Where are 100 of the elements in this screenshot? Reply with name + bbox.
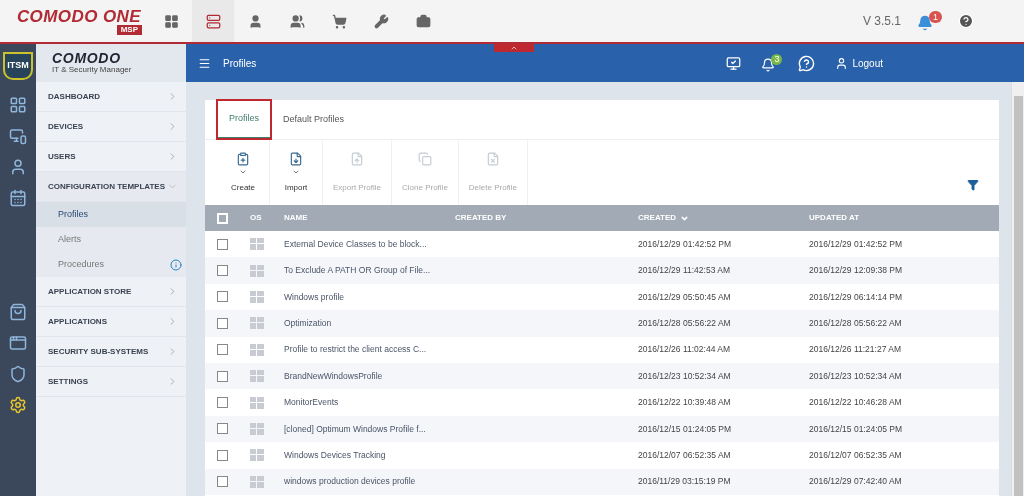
wrench-icon — [373, 13, 389, 29]
table-cell: BrandNewWindowsProfile — [284, 370, 383, 381]
table-cell: 2016/12/29 01:42:52 PM — [809, 238, 903, 249]
sidebar-item[interactable]: APPLICATIONS — [36, 307, 186, 337]
filter-icon[interactable] — [967, 179, 979, 191]
table-cell: [cloned] Optimum Windows Profile f... — [284, 423, 426, 434]
alerts-badge: 3 — [771, 54, 783, 65]
table-cell: 2016/12/23 10:52:34 AM — [638, 370, 731, 381]
table-cell: 2016/12/29 01:42:52 PM — [638, 238, 732, 249]
sidebar-subitem[interactable]: Profiles — [36, 202, 186, 227]
sidebar-item[interactable]: APPLICATION STORE — [36, 277, 186, 307]
table-cell: 2016/12/29 05:50:45 AM — [638, 291, 731, 302]
brand-text: COMODO — [52, 51, 122, 65]
row-checkbox[interactable] — [217, 397, 228, 409]
bag-icon — [9, 303, 27, 321]
user-icon — [9, 158, 27, 176]
table-cell: Windows profile — [284, 291, 344, 302]
table-cell: To Exclude A PATH OR Group of File... — [284, 265, 431, 276]
windows-icon — [250, 422, 264, 435]
tab[interactable]: Profiles — [217, 100, 271, 139]
select-all-checkbox[interactable] — [217, 212, 228, 224]
row-checkbox[interactable] — [217, 423, 228, 435]
user-icon — [835, 56, 849, 70]
row-checkbox[interactable] — [217, 449, 228, 461]
windows-icon — [250, 290, 264, 303]
page-title: Profiles — [223, 56, 257, 71]
windows-icon — [250, 238, 264, 251]
add-device-icon[interactable] — [726, 55, 742, 71]
sidebar-item[interactable]: DASHBOARD — [36, 82, 186, 112]
table-cell: Windows Devices Tracking — [284, 449, 386, 460]
windows-icon — [250, 317, 264, 330]
windows-icon — [250, 264, 264, 277]
table-cell: 2016/12/22 10:39:48 AM — [638, 397, 731, 408]
table-cell: 2016/12/22 10:46:28 AM — [809, 397, 902, 408]
dashboard-icon — [9, 96, 27, 114]
menu-icon[interactable] — [198, 56, 211, 70]
sidebar-item[interactable]: SETTINGS — [36, 367, 186, 397]
bell-icon[interactable] — [917, 15, 933, 31]
table-row[interactable]: [cloned] Optimum Windows Profile f... 2016/12/15 01:24:05 PM 2016/12/15 01:24:05 PM — [205, 415, 999, 443]
table-row[interactable]: windows production devices profile 2016/11/29 03:15:19 PM 2016/12/29 07:42:40 AM — [205, 468, 999, 495]
server-icon — [205, 13, 221, 29]
export-icon — [350, 151, 364, 166]
windows-icon — [250, 343, 264, 356]
sidebar-subitem[interactable]: Alerts — [36, 227, 186, 252]
logo-text: COMODO ONE — [16, 7, 142, 25]
table-cell: windows production devices profile — [284, 476, 416, 487]
table-cell: 2016/12/29 07:42:40 AM — [809, 476, 902, 487]
help-icon[interactable] — [958, 13, 974, 29]
help-icon[interactable] — [798, 54, 816, 72]
logout-button[interactable]: Logout — [835, 55, 883, 71]
table-cell: 2016/12/07 06:52:35 AM — [638, 449, 731, 460]
row-checkbox[interactable] — [217, 265, 228, 277]
row-checkbox[interactable] — [217, 317, 228, 329]
table-cell: 2016/12/15 01:24:05 PM — [809, 423, 903, 434]
windows-icon — [250, 449, 264, 462]
table-cell: 2016/12/26 11:02:44 AM — [638, 344, 730, 355]
table-cell: 2016/12/26 11:21:27 AM — [809, 344, 901, 355]
table-cell: 2016/12/29 12:09:38 PM — [809, 265, 903, 276]
info-icon[interactable] — [170, 258, 182, 271]
table-cell: 2016/12/29 06:14:14 PM — [809, 291, 903, 302]
briefcase-icon — [415, 13, 431, 29]
windows-icon — [250, 396, 264, 409]
delete-icon — [485, 151, 500, 166]
devices-icon — [9, 127, 27, 145]
table-cell: 2016/11/29 03:15:19 PM — [638, 476, 731, 487]
clone-icon — [417, 151, 432, 166]
table-cell: 2016/12/15 01:24:05 PM — [638, 423, 732, 434]
table-row[interactable]: To Exclude A PATH OR Group of File... 2016/12/29 11:42:53 AM 2016/12/29 12:09:38 PM — [205, 257, 999, 284]
user-icon — [247, 13, 263, 29]
sidebar-item[interactable]: DEVICES — [36, 112, 186, 142]
table-cell: 2016/12/28 05:56:22 AM — [809, 318, 902, 328]
create-icon — [236, 151, 250, 166]
table-cell: MonitorEvents — [284, 397, 339, 408]
sidebar-item[interactable]: SECURITY SUB-SYSTEMS — [36, 337, 186, 367]
calendar-icon — [9, 189, 27, 207]
logo-badge: MSP — [116, 24, 142, 35]
row-checkbox[interactable] — [217, 344, 228, 356]
table-cell: 2016/12/23 10:52:34 AM — [809, 370, 902, 381]
row-checkbox[interactable] — [217, 238, 228, 250]
table-cell: 2016/12/28 05:56:22 AM — [638, 318, 731, 328]
settings-icon — [9, 396, 27, 414]
row-checkbox[interactable] — [217, 370, 228, 382]
notification-badge: 1 — [929, 11, 942, 23]
brand-subtitle: IT & Security Manager — [52, 65, 133, 75]
itsm-badge: ITSM — [3, 52, 33, 80]
windows-icon — [250, 475, 264, 488]
table-cell: 2016/12/29 11:42:53 AM — [638, 265, 730, 276]
version-text: V 3.5.1 — [862, 13, 901, 30]
table-cell: Optimization — [284, 318, 332, 328]
sidebar-subitem[interactable]: Procedures — [36, 252, 186, 277]
row-checkbox[interactable] — [217, 476, 228, 488]
table-cell: 2016/12/07 06:52:35 AM — [809, 449, 902, 460]
scrollbar[interactable] — [1011, 82, 1024, 496]
row-checkbox[interactable] — [217, 291, 228, 303]
chevron-up-icon — [510, 44, 518, 52]
bell-icon[interactable] — [761, 58, 776, 72]
table-row[interactable]: BrandNewWindowsProfile 2016/12/23 10:52:34 AM 2016/12/23 10:52:34 AM — [205, 362, 999, 390]
tab[interactable]: Default Profiles — [271, 100, 357, 139]
nav-tab[interactable] — [192, 0, 234, 42]
table-row[interactable]: Optimization 2016/12/28 05:56:22 AM 2016/12/28 05:56:22 AM — [205, 310, 999, 337]
